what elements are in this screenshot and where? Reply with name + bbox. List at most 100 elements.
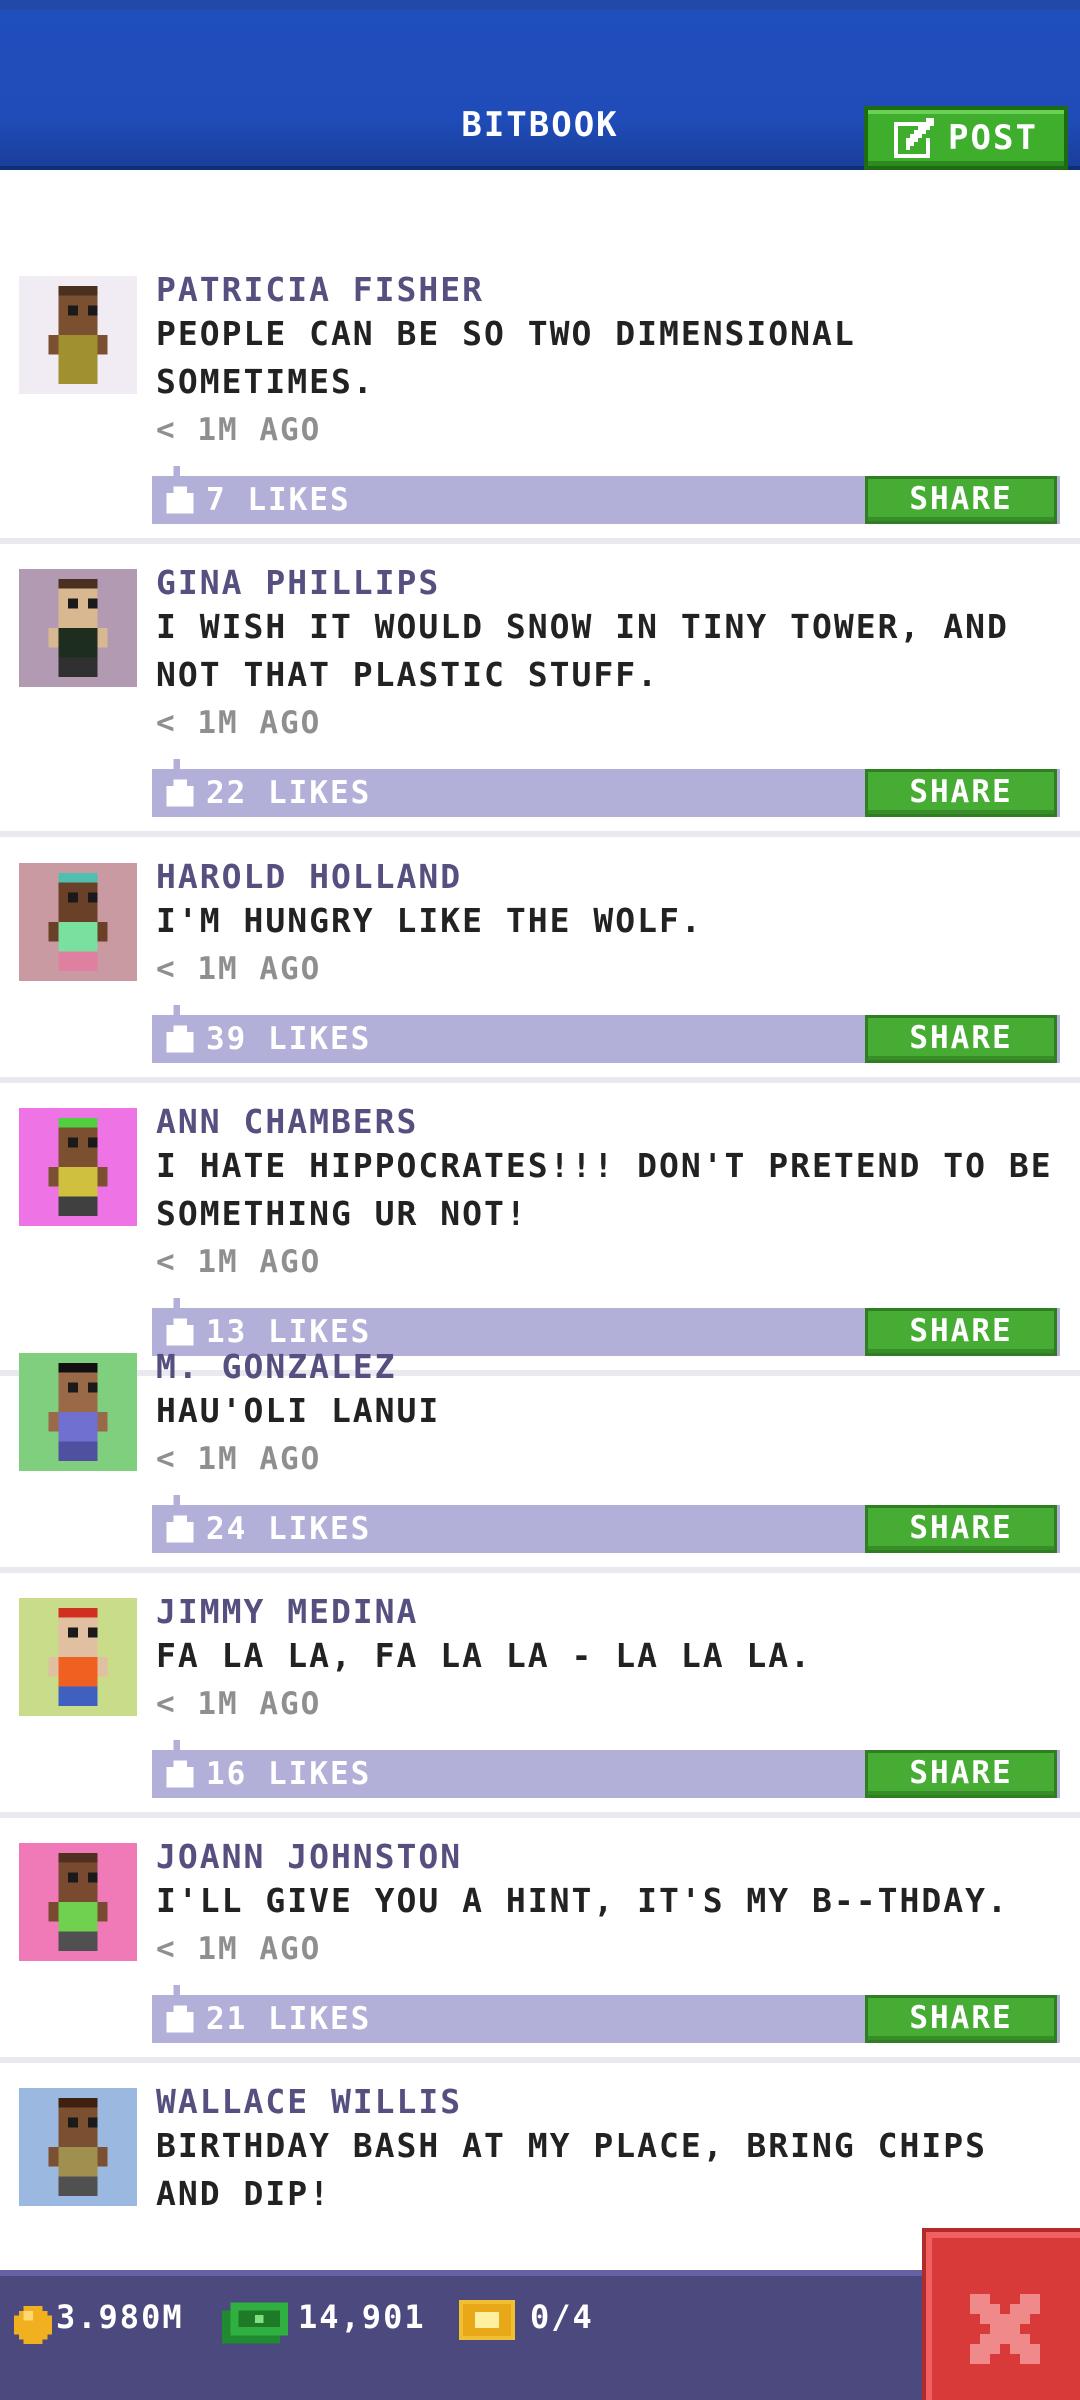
post-message-line: I HATE HIPPOCRATES!!! DON'T PRETEND TO B…	[156, 1146, 1053, 1185]
likes-bar[interactable]: 7 LIKES SHARE	[152, 466, 1060, 524]
avatar-arm	[48, 1902, 59, 1922]
post-author[interactable]: WALLACE WILLIS	[156, 2082, 462, 2121]
thumbs-up-icon	[166, 1985, 194, 2033]
avatar-sprite	[19, 1108, 137, 1226]
avatar-arm	[97, 2147, 108, 2167]
avatar[interactable]	[19, 2088, 137, 2206]
share-button[interactable]: SHARE	[865, 1995, 1057, 2043]
avatar-head	[58, 2107, 98, 2147]
avatar-sprite	[19, 2088, 137, 2206]
likes-count: 13 LIKES	[206, 1314, 372, 1350]
avatar-pants	[58, 1196, 98, 1217]
avatar-arm	[48, 2147, 59, 2167]
avatar-arm	[97, 628, 108, 648]
thumbs-up-icon	[166, 1005, 194, 1053]
likes-bar[interactable]: 16 LIKES SHARE	[152, 1740, 1060, 1798]
post-author[interactable]: GINA PHILLIPS	[156, 563, 440, 602]
thumbs-up-icon	[166, 1495, 194, 1543]
avatar-arm	[48, 1167, 59, 1187]
post-message: HAU'OLI LANUI	[156, 1387, 1056, 1435]
coin-icon	[14, 2306, 52, 2344]
post-message-line: SOMETIMES.	[156, 362, 375, 401]
share-button[interactable]: SHARE	[865, 1308, 1057, 1356]
avatar-shirt	[58, 1167, 98, 1197]
coins-value: 3.980M	[56, 2298, 184, 2336]
post-timestamp: < 1M AGO	[156, 1244, 322, 1280]
avatar-pants	[58, 364, 98, 385]
avatar-pants	[58, 1686, 98, 1707]
avatar-shirt	[58, 335, 98, 365]
bux-value: 14,901	[298, 2298, 426, 2336]
avatar-shirt	[58, 2147, 98, 2177]
avatar[interactable]	[19, 1108, 137, 1226]
title-bar: BITBOOK POST	[0, 0, 1080, 170]
post-message: PEOPLE CAN BE SO TWO DIMENSIONAL SOMETIME…	[156, 310, 1056, 406]
thumbs-up-icon	[166, 759, 194, 807]
avatar-sprite	[19, 1598, 137, 1716]
likes-count: 21 LIKES	[206, 2001, 372, 2037]
post-message-line: I'LL GIVE YOU A HINT, IT'S MY B--THDAY.	[156, 1881, 1009, 1920]
post-button[interactable]: POST	[864, 106, 1068, 170]
post-author[interactable]: M. GONZALEZ	[156, 1347, 397, 1386]
close-button[interactable]	[922, 2228, 1080, 2400]
avatar[interactable]	[19, 1353, 137, 1471]
post-divider	[0, 1077, 1080, 1083]
post-message-line: AND DIP!	[156, 2174, 331, 2213]
post-message-line: PEOPLE CAN BE SO TWO DIMENSIONAL	[156, 314, 856, 353]
avatar-shirt	[58, 922, 98, 952]
bux-icon	[222, 2302, 288, 2344]
likes-bar[interactable]: 24 LIKES SHARE	[152, 1495, 1060, 1553]
avatar-pants	[58, 1931, 98, 1952]
avatar-shirt	[58, 1902, 98, 1932]
avatar[interactable]	[19, 276, 137, 394]
avatar[interactable]	[19, 569, 137, 687]
likes-count: 22 LIKES	[206, 775, 372, 811]
post-author[interactable]: ANN CHAMBERS	[156, 1102, 418, 1141]
avatar-sprite	[19, 276, 137, 394]
post-timestamp: < 1M AGO	[156, 1931, 322, 1967]
post-divider	[0, 831, 1080, 837]
thumbs-up-icon	[166, 1298, 194, 1346]
likes-bar[interactable]: 22 LIKES SHARE	[152, 759, 1060, 817]
likes-count: 7 LIKES	[206, 482, 351, 518]
post-author[interactable]: PATRICIA FISHER	[156, 270, 484, 309]
share-button[interactable]: SHARE	[865, 1505, 1057, 1553]
avatar-pants	[58, 951, 98, 972]
likes-count: 16 LIKES	[206, 1756, 372, 1792]
avatar-arm	[97, 1657, 108, 1677]
edit-icon	[894, 118, 935, 158]
avatar[interactable]	[19, 1843, 137, 1961]
thumbs-up-icon	[166, 466, 194, 514]
avatar[interactable]	[19, 863, 137, 981]
post-timestamp: < 1M AGO	[156, 1441, 322, 1477]
thumbs-up-icon	[166, 1740, 194, 1788]
post-author[interactable]: JIMMY MEDINA	[156, 1592, 418, 1631]
avatar-arm	[97, 335, 108, 355]
share-button[interactable]: SHARE	[865, 1750, 1057, 1798]
share-button[interactable]: SHARE	[865, 476, 1057, 524]
post-button-label: POST	[948, 118, 1038, 158]
share-button[interactable]: SHARE	[865, 769, 1057, 817]
likes-bar[interactable]: 21 LIKES SHARE	[152, 1985, 1060, 2043]
avatar-arm	[48, 1412, 59, 1432]
avatar-pants	[58, 657, 98, 678]
avatar-head	[58, 588, 98, 628]
likes-bar[interactable]: 39 LIKES SHARE	[152, 1005, 1060, 1063]
post-author[interactable]: HAROLD HOLLAND	[156, 857, 462, 896]
post-message: BIRTHDAY BASH AT MY PLACE, BRING CHIPS AN…	[156, 2122, 1056, 2218]
likes-count: 24 LIKES	[206, 1511, 372, 1547]
avatar-shirt	[58, 628, 98, 658]
avatar-arm	[48, 335, 59, 355]
avatar[interactable]	[19, 1598, 137, 1716]
post-message: FA LA LA, FA LA LA - LA LA LA.	[156, 1632, 1056, 1680]
post-timestamp: < 1M AGO	[156, 705, 322, 741]
share-button[interactable]: SHARE	[865, 1015, 1057, 1063]
post-author[interactable]: JOANN JOHNSTON	[156, 1837, 462, 1876]
post-timestamp: < 1M AGO	[156, 1686, 322, 1722]
status-bar: 3.980M 14,901 0/4	[0, 2270, 1080, 2400]
avatar-arm	[48, 922, 59, 942]
post-divider	[0, 1567, 1080, 1573]
avatar-shirt	[58, 1657, 98, 1687]
post-message-line: SOMETHING UR NOT!	[156, 1194, 528, 1233]
likes-count: 39 LIKES	[206, 1021, 372, 1057]
